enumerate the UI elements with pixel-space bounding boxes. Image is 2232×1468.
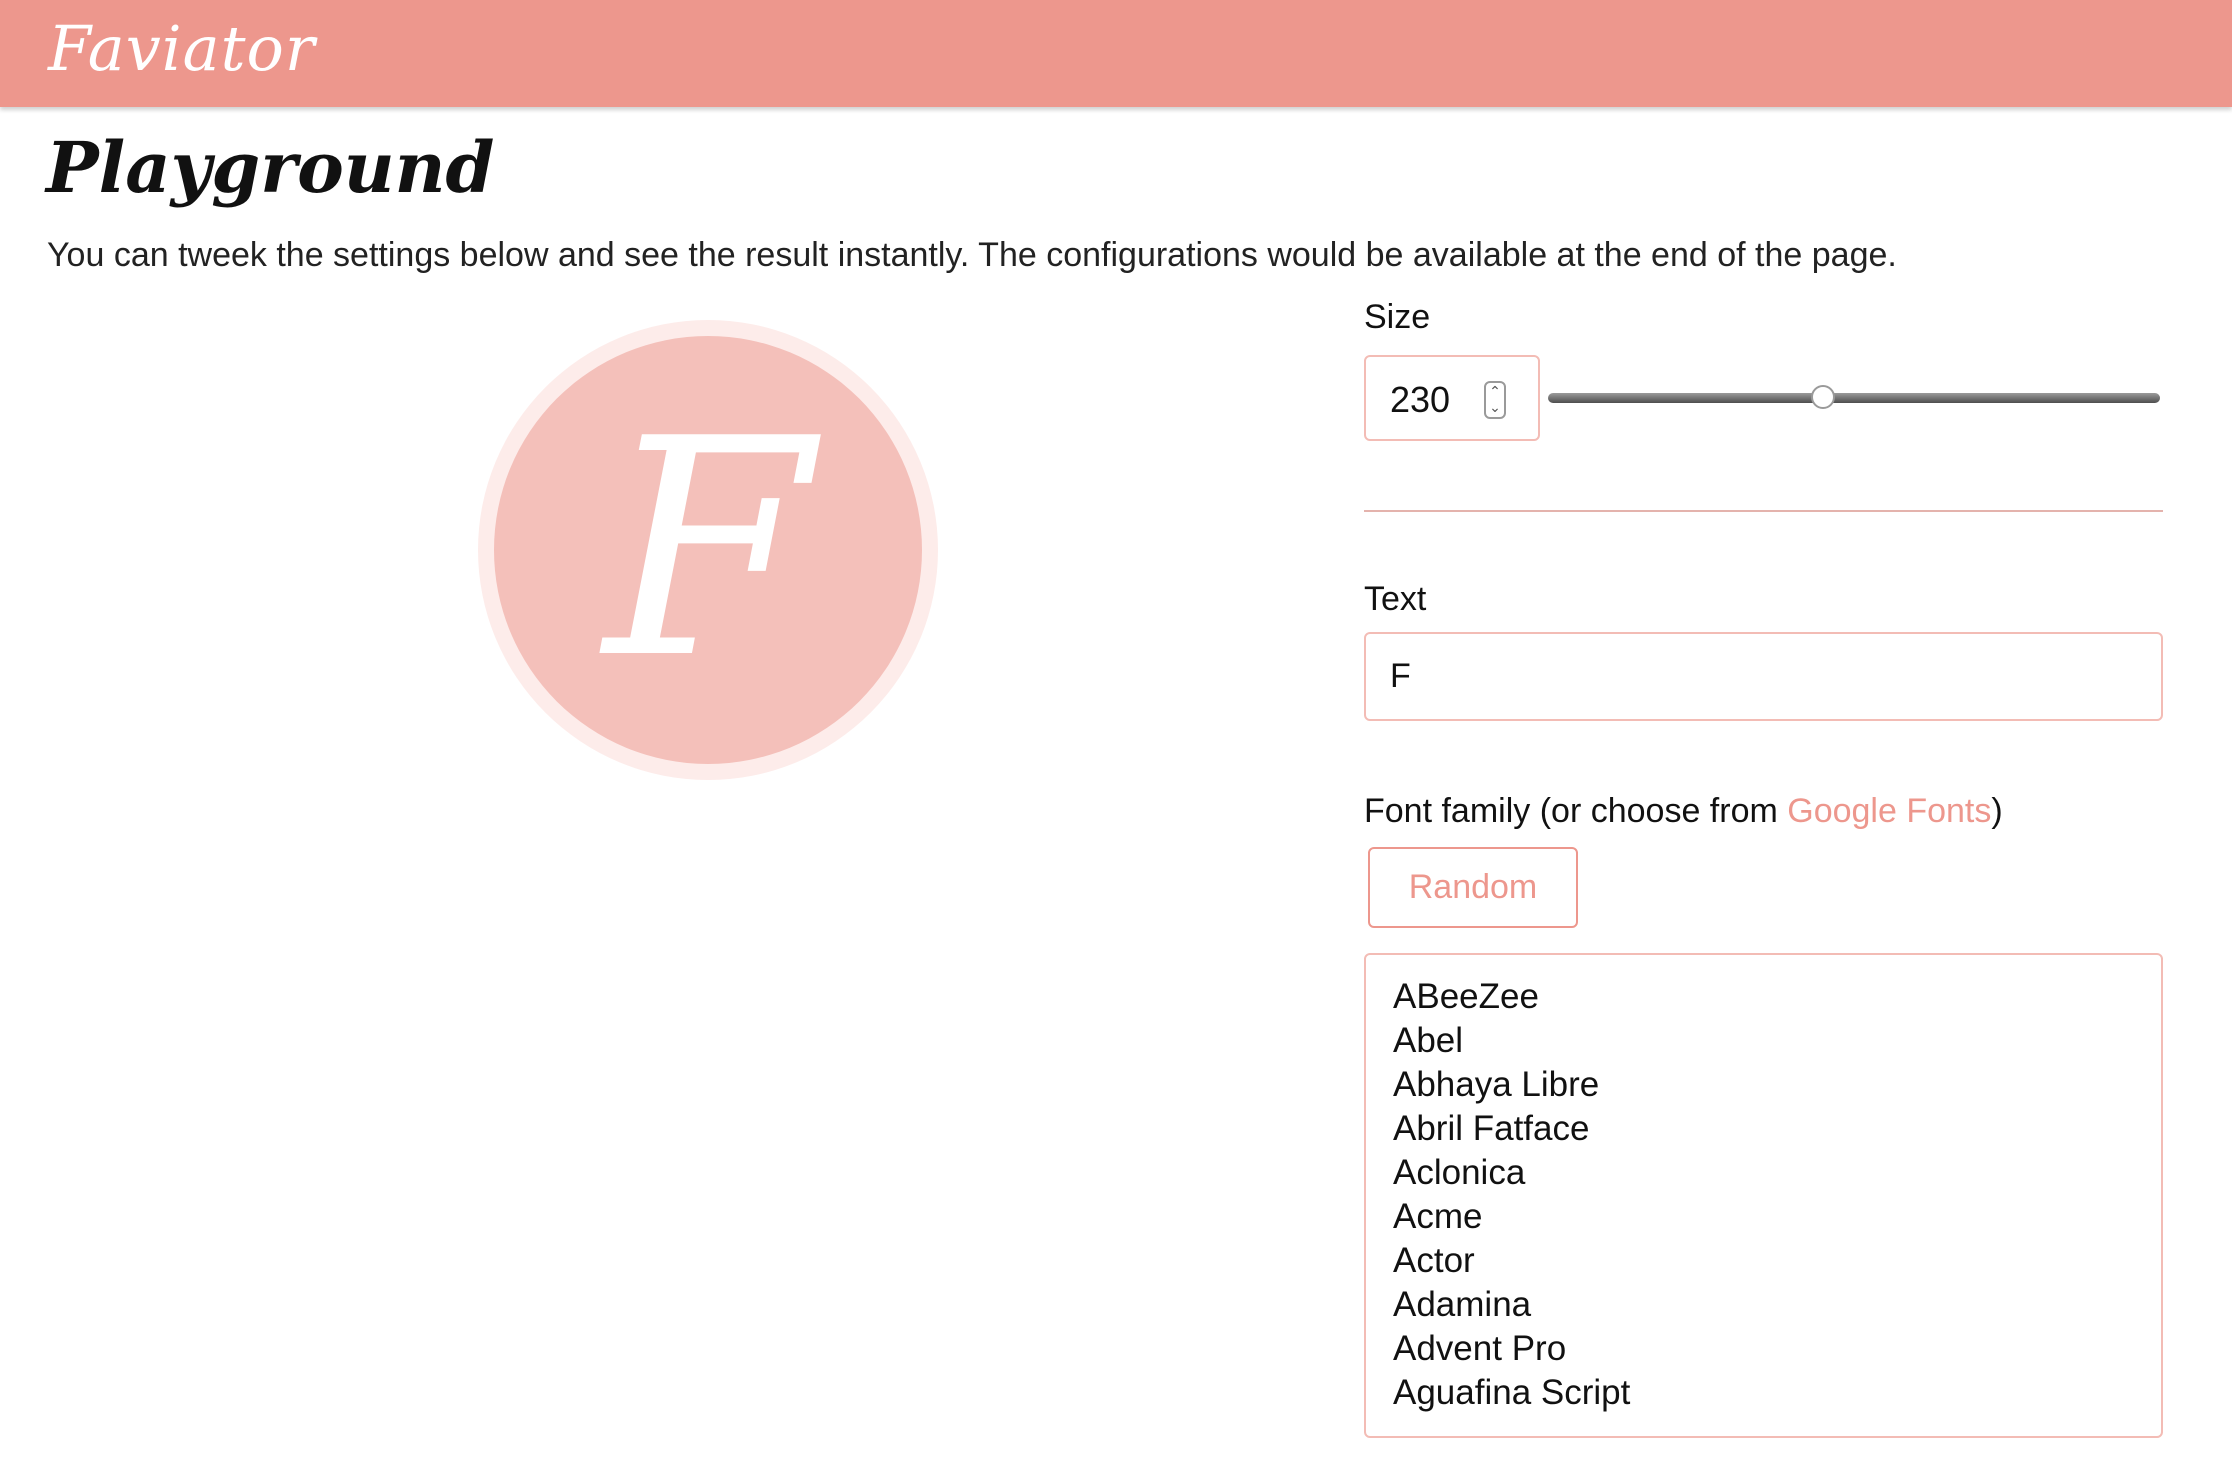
size-label: Size (1364, 298, 1431, 336)
favicon-preview-circle: F (494, 336, 922, 764)
section-divider (1364, 510, 2163, 512)
favicon-preview: F (478, 320, 938, 780)
top-header: Faviator (0, 0, 2232, 107)
size-slider-thumb[interactable] (1811, 385, 1836, 409)
font-option[interactable]: Adamina (1393, 1283, 2161, 1327)
font-family-listbox[interactable]: ABeeZee Abel Abhaya Libre Abril Fatface Aclo… (1364, 953, 2163, 1438)
font-family-label: Font family (or choose from Google Fonts… (1364, 792, 2003, 831)
spinner-arrows-icon[interactable]: ⌃ ⌄ (1484, 381, 1506, 419)
font-family-label-suffix: ) (1991, 792, 2003, 830)
google-fonts-link[interactable]: Google Fonts (1787, 792, 1991, 830)
text-label: Text (1364, 580, 1427, 618)
page-title: Playground (46, 126, 495, 209)
random-font-button[interactable]: Random (1368, 847, 1578, 928)
font-option[interactable]: Aguafina Script (1393, 1371, 2161, 1415)
text-input[interactable]: F (1364, 632, 2163, 721)
brand-logo[interactable]: Faviator (48, 12, 315, 85)
favicon-preview-text: F (603, 375, 813, 724)
font-option[interactable]: Abhaya Libre (1393, 1063, 2161, 1107)
font-option[interactable]: Aclonica (1393, 1151, 2161, 1195)
intro-text: You can tweek the settings below and see… (47, 236, 1897, 274)
font-option[interactable]: Actor (1393, 1239, 2161, 1283)
font-option[interactable]: Advent Pro (1393, 1327, 2161, 1371)
font-family-label-prefix: Font family (or choose from (1364, 792, 1788, 830)
font-option[interactable]: Abel (1393, 1019, 2161, 1063)
size-value: 230 (1390, 379, 1451, 420)
font-option[interactable]: ABeeZee (1393, 975, 2161, 1019)
size-number-input[interactable]: 230 ⌃ ⌄ (1364, 355, 1540, 441)
font-option[interactable]: Acme (1393, 1195, 2161, 1239)
font-option[interactable]: Abril Fatface (1393, 1107, 2161, 1151)
size-slider[interactable] (1548, 393, 2160, 403)
